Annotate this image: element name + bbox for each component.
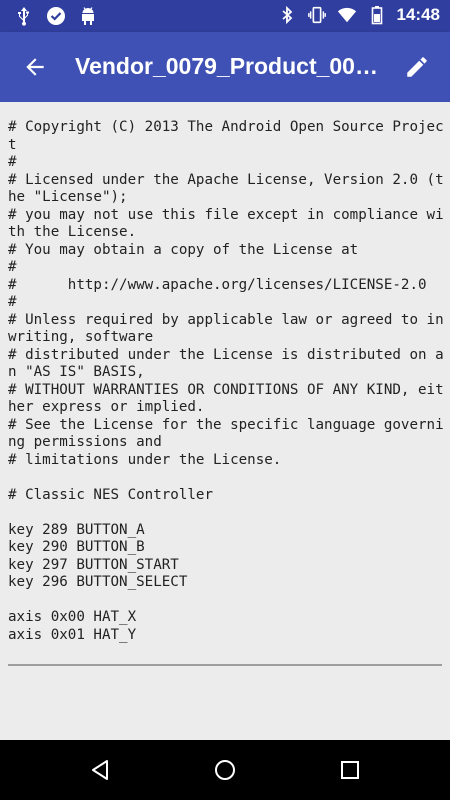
arrow-back-icon	[26, 58, 44, 76]
vibrate-icon	[307, 4, 327, 26]
clock: 14:48	[396, 5, 440, 24]
notification-icons	[14, 5, 98, 27]
file-content-view[interactable]: # Copyright (C) 2013 The Android Open So…	[0, 102, 450, 740]
battery-icon	[367, 4, 387, 26]
system-status-icons: 14:48	[277, 4, 440, 26]
check-badge-icon	[46, 5, 66, 27]
bluetooth-icon	[277, 4, 297, 26]
recents-square-icon	[341, 761, 359, 779]
pencil-icon	[407, 57, 427, 77]
usb-icon	[14, 5, 34, 27]
file-text[interactable]: # Copyright (C) 2013 The Android Open So…	[8, 119, 444, 644]
file-title: Vendor_0079_Product_00…	[75, 53, 378, 79]
home-circle-icon	[215, 760, 235, 780]
navigation-bar	[0, 740, 450, 800]
edit-button[interactable]	[400, 50, 434, 84]
status-bar: 14:48	[0, 0, 450, 32]
nav-back-button[interactable]	[86, 756, 114, 784]
nav-home-button[interactable]	[211, 756, 239, 784]
app-bar: Vendor_0079_Product_00…	[0, 32, 450, 102]
end-divider	[8, 664, 442, 666]
nav-recents-button[interactable]	[336, 756, 364, 784]
back-triangle-icon	[92, 760, 108, 780]
wifi-icon	[337, 4, 357, 26]
back-button[interactable]	[18, 50, 52, 84]
android-icon	[78, 5, 98, 27]
